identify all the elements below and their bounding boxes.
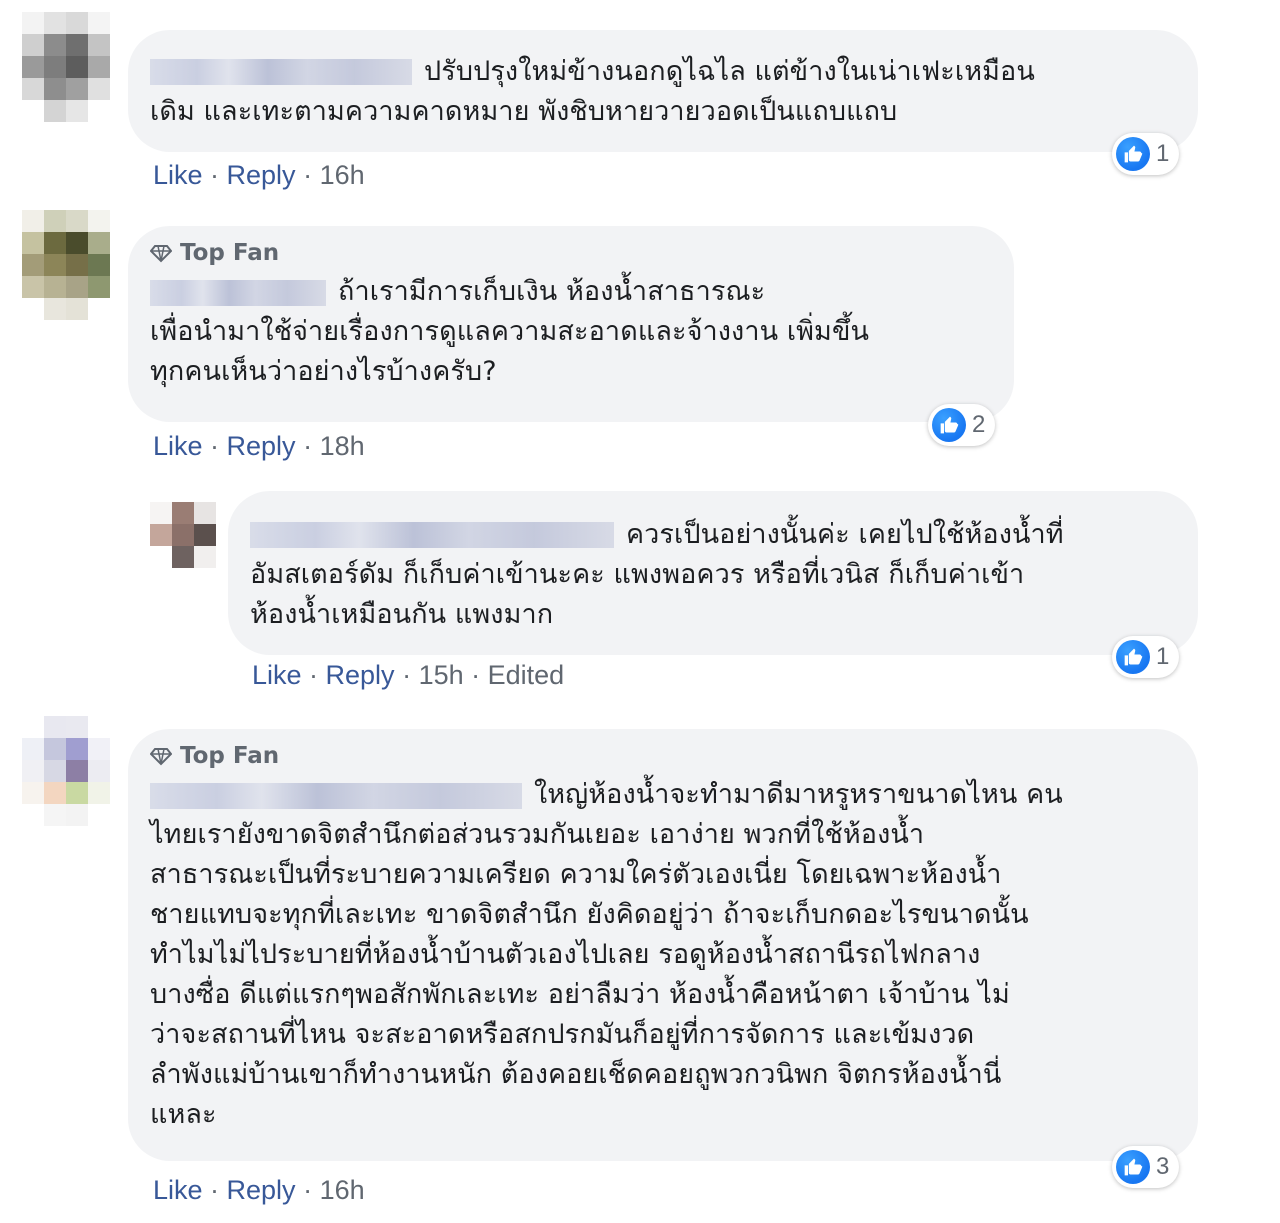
commenter-name[interactable] bbox=[150, 279, 326, 306]
comment-actions: Like · Reply · 15h · Edited bbox=[252, 660, 565, 690]
reaction-count[interactable]: 3 bbox=[1112, 1146, 1180, 1188]
avatar[interactable] bbox=[150, 502, 216, 568]
timestamp[interactable]: 18h bbox=[320, 431, 365, 461]
reply-link[interactable]: Reply bbox=[227, 160, 296, 190]
comment-text: ถ้าเรามีการเก็บเงิน ห้องน้ำสาธารณะ เพื่อ… bbox=[150, 276, 870, 387]
thumbs-up-icon bbox=[1116, 137, 1150, 171]
comment-text: ควรเป็นอย่างนั้นค่ะ เคยไปใช้ห้องน้ำที่ อ… bbox=[250, 519, 1064, 630]
reaction-count[interactable]: 2 bbox=[928, 404, 996, 446]
avatar[interactable] bbox=[22, 12, 110, 122]
avatar[interactable] bbox=[22, 210, 110, 320]
timestamp[interactable]: 16h bbox=[320, 1175, 365, 1205]
thumbs-up-icon bbox=[932, 408, 966, 442]
thumbs-up-icon bbox=[1116, 1150, 1150, 1184]
comment-bubble: Top Fan ใหญ่ห้องน้ำจะทำมาดีมาหรูหราขนาดไ… bbox=[128, 729, 1198, 1161]
comment-bubble: ปรับปรุงใหม่ข้างนอกดูไฉไล แต่ข้างในเน่าเ… bbox=[128, 30, 1198, 152]
like-link[interactable]: Like bbox=[153, 160, 203, 190]
reaction-count[interactable]: 1 bbox=[1112, 133, 1180, 175]
top-fan-badge: Top Fan bbox=[149, 238, 990, 268]
comment-bubble: ควรเป็นอย่างนั้นค่ะ เคยไปใช้ห้องน้ำที่ อ… bbox=[228, 491, 1198, 655]
comment-text: ใหญ่ห้องน้ำจะทำมาดีมาหรูหราขนาดไหน คน ไท… bbox=[150, 779, 1063, 1130]
like-link[interactable]: Like bbox=[252, 660, 302, 690]
edited-label[interactable]: Edited bbox=[488, 660, 565, 690]
reply-link[interactable]: Reply bbox=[227, 431, 296, 461]
thumbs-up-icon bbox=[1116, 640, 1150, 674]
comment-bubble: Top Fan ถ้าเรามีการเก็บเงิน ห้องน้ำสาธาร… bbox=[128, 226, 1014, 422]
reaction-count[interactable]: 1 bbox=[1112, 636, 1180, 678]
avatar[interactable] bbox=[22, 716, 110, 826]
reply-link[interactable]: Reply bbox=[227, 1175, 296, 1205]
timestamp[interactable]: 16h bbox=[320, 160, 365, 190]
like-link[interactable]: Like bbox=[153, 1175, 203, 1205]
top-fan-badge: Top Fan bbox=[149, 741, 1174, 771]
commenter-name[interactable] bbox=[150, 782, 522, 809]
like-link[interactable]: Like bbox=[153, 431, 203, 461]
comment-text: ปรับปรุงใหม่ข้างนอกดูไฉไล แต่ข้างในเน่าเ… bbox=[150, 56, 1035, 127]
commenter-name[interactable] bbox=[150, 58, 412, 85]
diamond-icon bbox=[149, 745, 173, 767]
commenter-name[interactable] bbox=[250, 521, 614, 548]
timestamp[interactable]: 15h bbox=[419, 660, 464, 690]
comment-actions: Like · Reply · 18h bbox=[153, 431, 365, 461]
comment-actions: Like · Reply · 16h bbox=[153, 160, 365, 190]
comment-actions: Like · Reply · 16h bbox=[153, 1175, 365, 1205]
diamond-icon bbox=[149, 242, 173, 264]
reply-link[interactable]: Reply bbox=[326, 660, 395, 690]
